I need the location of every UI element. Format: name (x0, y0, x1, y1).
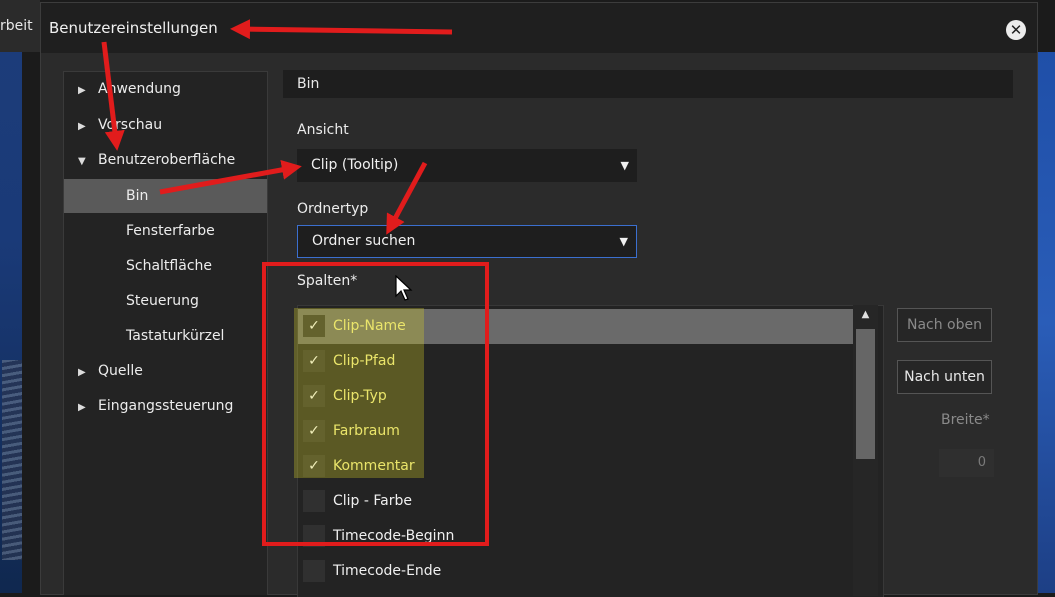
list-item-label: Farbraum (333, 423, 400, 439)
checkbox[interactable] (303, 525, 325, 547)
move-down-button[interactable]: Nach unten (897, 360, 992, 394)
list-item-label: Clip-Name (333, 318, 406, 334)
check-icon: ✓ (308, 423, 320, 439)
checkbox[interactable] (303, 560, 325, 582)
expand-arrow-icon: ▶ (78, 367, 86, 378)
nav-item-steuerung[interactable]: Steuerung (126, 284, 199, 318)
width-label: Breite* (941, 412, 990, 428)
checkbox[interactable]: ✓ (303, 350, 325, 372)
checkbox[interactable] (303, 490, 325, 512)
background-window-label: rbeit (0, 18, 33, 34)
nav-item-eingangssteuerung[interactable]: ▶ Eingangssteuerung (78, 389, 233, 423)
nav-item-schaltflaeche[interactable]: Schaltfläche (126, 249, 212, 283)
list-item-clip-pfad[interactable]: ✓ Clip-Pfad (298, 344, 855, 379)
check-icon: ✓ (308, 388, 320, 404)
ordnertyp-label: Ordnertyp (297, 201, 369, 217)
caret-down-icon: ▼ (620, 159, 629, 172)
dialog-titlebar: Benutzereinstellungen ✕ (41, 3, 1037, 53)
list-item-clip-name[interactable]: ✓ Clip-Name (298, 309, 855, 344)
settings-dialog: Benutzereinstellungen ✕ ▶ Anwendung ▶ Vors… (40, 2, 1038, 597)
list-item-label: Clip-Typ (333, 388, 387, 404)
nav-item-benutzeroberflaeche[interactable]: ▼ Benutzeroberfläche (78, 143, 235, 177)
check-icon: ✓ (308, 318, 320, 334)
scroll-thumb[interactable] (856, 329, 875, 459)
expand-arrow-icon: ▶ (78, 121, 86, 132)
close-icon[interactable]: ✕ (1006, 20, 1026, 40)
nav-item-bin[interactable]: Bin (64, 179, 267, 213)
list-item-kommentar[interactable]: ✓ Kommentar (298, 449, 855, 484)
list-item-label: Clip - Farbe (333, 493, 412, 509)
collapse-arrow-icon: ▼ (78, 156, 86, 167)
width-input[interactable]: 0 (939, 449, 994, 477)
nav-item-vorschau[interactable]: ▶ Vorschau (78, 108, 162, 142)
checkbox[interactable]: ✓ (303, 385, 325, 407)
nav-item-label: Steuerung (126, 293, 199, 309)
checkbox[interactable]: ✓ (303, 455, 325, 477)
ansicht-label: Ansicht (297, 122, 349, 138)
nav-item-label: Anwendung (98, 81, 181, 97)
ordnertyp-value: Ordner suchen (312, 233, 416, 249)
list-item-label: Timecode-Ende (333, 563, 442, 579)
nav-item-label: Benutzeroberfläche (98, 152, 236, 168)
list-item-clip-farbe[interactable]: Clip - Farbe (298, 484, 855, 519)
nav-item-label: Eingangssteuerung (98, 398, 234, 414)
check-icon: ✓ (308, 353, 320, 369)
scroll-up-icon[interactable]: ▲ (853, 309, 878, 320)
list-item-farbraum[interactable]: ✓ Farbraum (298, 414, 855, 449)
list-item-timecode-beginn[interactable]: Timecode-Beginn (298, 519, 855, 554)
wallpaper-tree (2, 360, 22, 560)
section-title: Bin (283, 70, 1013, 98)
move-up-button[interactable]: Nach oben (897, 308, 992, 342)
ansicht-dropdown[interactable]: Clip (Tooltip) ▼ (297, 149, 637, 182)
settings-nav: ▶ Anwendung ▶ Vorschau ▼ Benutzeroberfläche… (63, 71, 268, 595)
checkbox[interactable]: ✓ (303, 420, 325, 442)
list-item-label: Timecode-Beginn (333, 528, 455, 544)
nav-item-label: Quelle (98, 363, 143, 379)
list-item-timecode-ende[interactable]: Timecode-Ende (298, 554, 855, 589)
dialog-title: Benutzereinstellungen (49, 19, 218, 37)
mouse-cursor-icon (395, 275, 413, 301)
nav-item-label: Bin (126, 188, 149, 204)
list-scrollbar[interactable]: ▲ (853, 305, 878, 596)
expand-arrow-icon: ▶ (78, 85, 86, 96)
nav-item-quelle[interactable]: ▶ Quelle (78, 354, 143, 388)
nav-item-tastaturkuerzel[interactable]: Tastaturkürzel (126, 319, 224, 353)
expand-arrow-icon: ▶ (78, 402, 86, 413)
spalten-label: Spalten* (297, 273, 358, 289)
nav-item-label: Schaltfläche (126, 258, 212, 274)
columns-list: ✓ Clip-Name ✓ Clip-Pfad ✓ Clip-Typ ✓ Far… (297, 305, 884, 597)
ordnertyp-dropdown[interactable]: Ordner suchen ▼ (297, 225, 637, 258)
nav-item-anwendung[interactable]: ▶ Anwendung (78, 72, 181, 106)
list-item-label: Kommentar (333, 458, 415, 474)
nav-item-label: Fensterfarbe (126, 223, 215, 239)
background-window (0, 0, 40, 593)
caret-down-icon: ▼ (619, 235, 628, 248)
ansicht-value: Clip (Tooltip) (311, 157, 399, 173)
list-item-label: Clip-Pfad (333, 353, 396, 369)
nav-item-label: Tastaturkürzel (126, 328, 225, 344)
checkbox[interactable]: ✓ (303, 315, 325, 337)
list-item-clip-typ[interactable]: ✓ Clip-Typ (298, 379, 855, 414)
check-icon: ✓ (308, 458, 320, 474)
nav-item-label: Vorschau (98, 117, 163, 133)
nav-item-fensterfarbe[interactable]: Fensterfarbe (126, 214, 215, 248)
